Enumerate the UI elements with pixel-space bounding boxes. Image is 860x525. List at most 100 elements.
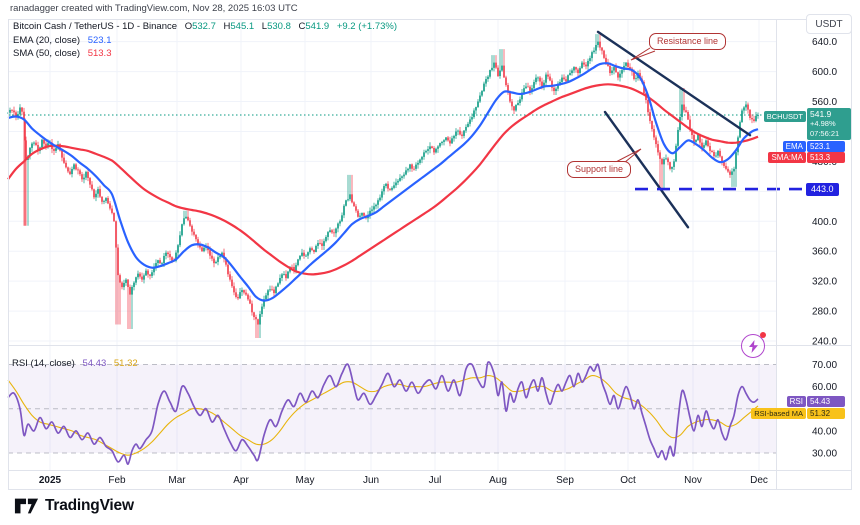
currency-toggle-button[interactable]: USDT: [806, 14, 852, 34]
sma-tag-value: 513.3: [807, 152, 845, 163]
candle-body: [497, 68, 499, 76]
candle-body: [165, 253, 167, 256]
candle-body: [707, 140, 709, 146]
rsi-legend[interactable]: RSI (14, close) 54.43 51.32: [12, 358, 138, 369]
sma50-line[interactable]: [8, 84, 758, 274]
candle-body: [437, 146, 439, 148]
candle-body: [401, 176, 403, 178]
time-tick-label[interactable]: Sep: [556, 475, 574, 486]
time-tick-label[interactable]: Oct: [620, 475, 636, 486]
candle-body: [79, 170, 81, 174]
time-tick-label[interactable]: Feb: [108, 475, 126, 486]
ema-legend[interactable]: EMA (20, close) 523.1: [13, 35, 111, 46]
candle-body: [363, 213, 365, 216]
candle-body: [475, 107, 477, 110]
candle-body: [361, 213, 363, 216]
price-tick-label: 280.0: [812, 307, 837, 318]
time-tick-label[interactable]: Aug: [489, 475, 507, 486]
price-tick-label: 240.0: [812, 337, 837, 348]
candle-body: [575, 67, 577, 69]
candle-body: [419, 160, 421, 163]
candle-body: [217, 257, 219, 262]
candle-body: [287, 272, 289, 279]
resistance-line-label[interactable]: Resistance line: [649, 33, 726, 50]
candle-body: [479, 96, 481, 102]
candle-body: [319, 243, 321, 244]
rsi-tick-label: 70.00: [812, 360, 837, 371]
candle-body: [555, 89, 557, 91]
candle-body: [371, 210, 373, 211]
time-tick-label[interactable]: May: [296, 475, 315, 486]
candle-body: [323, 241, 325, 246]
candle-body: [403, 175, 405, 177]
candle-body: [561, 78, 563, 82]
rsi-tick-label: 60.00: [812, 382, 837, 393]
time-tick-label[interactable]: Dec: [750, 475, 768, 486]
symbol-price-tag: BCHUSDT: [764, 111, 806, 122]
ema-legend-label: EMA (20, close): [13, 35, 80, 46]
candle-body: [625, 63, 627, 66]
candle-body: [193, 232, 195, 235]
candle-body: [345, 200, 347, 205]
candle-body: [747, 105, 749, 110]
candle-body: [353, 202, 355, 206]
candle-body: [505, 77, 507, 85]
candle-body: [703, 145, 705, 148]
time-tick-label[interactable]: Apr: [233, 475, 249, 486]
candle-body: [573, 67, 575, 70]
low-value: 530.8: [267, 21, 291, 32]
time-tick-label[interactable]: Jul: [429, 475, 442, 486]
candle-body: [713, 152, 715, 156]
candle-body: [259, 314, 261, 324]
rsi-tag-value: 54.43: [807, 396, 845, 407]
candle-body: [441, 142, 443, 143]
candle-body: [111, 209, 113, 213]
candle-body: [443, 140, 445, 142]
candle-body: [151, 272, 153, 276]
tradingview-logo[interactable]: TradingView: [14, 496, 134, 516]
candle-body: [89, 178, 91, 185]
candle-body: [231, 280, 233, 287]
candle-body: [429, 146, 431, 149]
time-tick-label[interactable]: Mar: [168, 475, 186, 486]
chart-plot-area[interactable]: 640.0600.0560.0480.0400.0360.0320.0280.0…: [0, 0, 860, 525]
time-tick-label[interactable]: Jun: [363, 475, 379, 486]
candle-body: [715, 156, 717, 157]
candle-body: [195, 235, 197, 239]
symbol-price-box: 541.9 +4.98% 07:56:21: [807, 108, 851, 140]
time-tick-label[interactable]: 2025: [39, 475, 62, 486]
candle-body: [539, 78, 541, 82]
time-tick-label[interactable]: Nov: [684, 475, 702, 486]
candle-body: [295, 265, 297, 271]
candle-body: [581, 63, 583, 69]
candle-body: [24, 120, 26, 140]
candle-body: [261, 307, 263, 315]
candle-body: [281, 274, 283, 278]
candle-body: [447, 137, 449, 140]
candle-body: [265, 295, 267, 299]
candle-body: [299, 256, 301, 260]
candle-body: [677, 130, 679, 146]
support-line-label[interactable]: Support line: [567, 161, 631, 178]
candle-body: [341, 215, 343, 221]
candle-body: [103, 201, 105, 202]
candle-body: [81, 174, 83, 179]
candle-body: [279, 278, 281, 283]
candle-body: [69, 171, 71, 174]
candle-body: [435, 149, 437, 153]
candle-body: [451, 138, 453, 143]
open-value: 532.7: [192, 21, 216, 32]
candle-body: [535, 78, 537, 82]
symbol-legend[interactable]: Bitcoin Cash / TetherUS - 1D - Binance O…: [13, 21, 397, 32]
candle-body: [547, 75, 549, 77]
candle-body: [635, 78, 637, 79]
candle-body: [215, 262, 217, 263]
tradingview-wordmark: TradingView: [45, 497, 134, 515]
sma-legend[interactable]: SMA (50, close) 513.3: [13, 48, 111, 59]
candle-body: [63, 158, 65, 163]
candle-body: [515, 105, 517, 110]
candle-body: [9, 110, 11, 113]
candle-body: [383, 186, 385, 191]
candle-body: [469, 119, 471, 123]
candle-body: [249, 299, 251, 303]
